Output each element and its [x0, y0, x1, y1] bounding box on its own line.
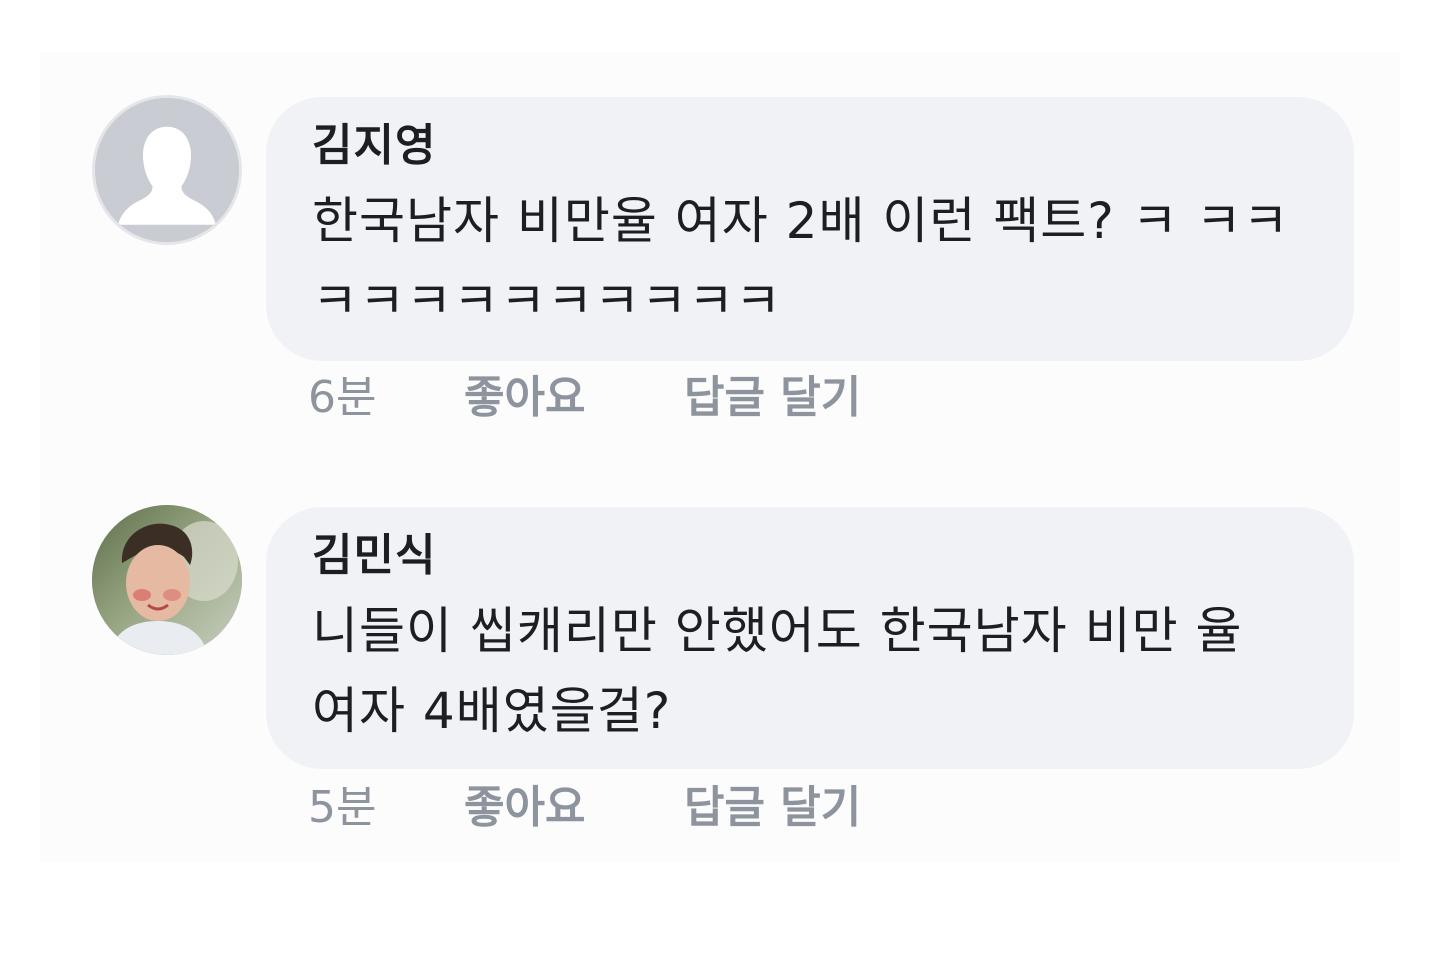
default-profile-icon[interactable]	[92, 95, 242, 245]
comment-timestamp[interactable]: 6분	[308, 368, 376, 428]
comment-text: 한국남자 비만율 여자 2배 이런 팩트? ㅋ ㅋㅋㅋㅋㅋㅋㅋㅋㅋㅋㅋㅋ	[312, 192, 1290, 330]
comment-text: 니들이 씹캐리만 안했어도 한국남자 비만 율 여자 4배였을걸?	[312, 602, 1243, 740]
person-silhouette-icon	[95, 98, 239, 242]
comment-timestamp[interactable]: 5분	[308, 778, 376, 838]
comment-bubble: 김민식 니들이 씹캐리만 안했어도 한국남자 비만 율 여자 4배였을걸?	[266, 507, 1354, 769]
like-button[interactable]: 좋아요	[464, 778, 585, 838]
reply-button[interactable]: 답글 달기	[684, 778, 861, 838]
profile-photo-image	[92, 505, 242, 655]
like-button[interactable]: 좋아요	[464, 368, 585, 428]
comment-thread: 김지영 한국남자 비만율 여자 2배 이런 팩트? ㅋ ㅋㅋㅋㅋㅋㅋㅋㅋㅋㅋㅋㅋ…	[0, 0, 1440, 963]
comment-author[interactable]: 김지영	[312, 117, 1306, 175]
comment-author[interactable]: 김민식	[312, 527, 1306, 585]
reply-button[interactable]: 답글 달기	[684, 368, 861, 428]
comment-bubble: 김지영 한국남자 비만율 여자 2배 이런 팩트? ㅋ ㅋㅋㅋㅋㅋㅋㅋㅋㅋㅋㅋㅋ	[266, 97, 1354, 361]
profile-photo[interactable]	[92, 505, 242, 655]
